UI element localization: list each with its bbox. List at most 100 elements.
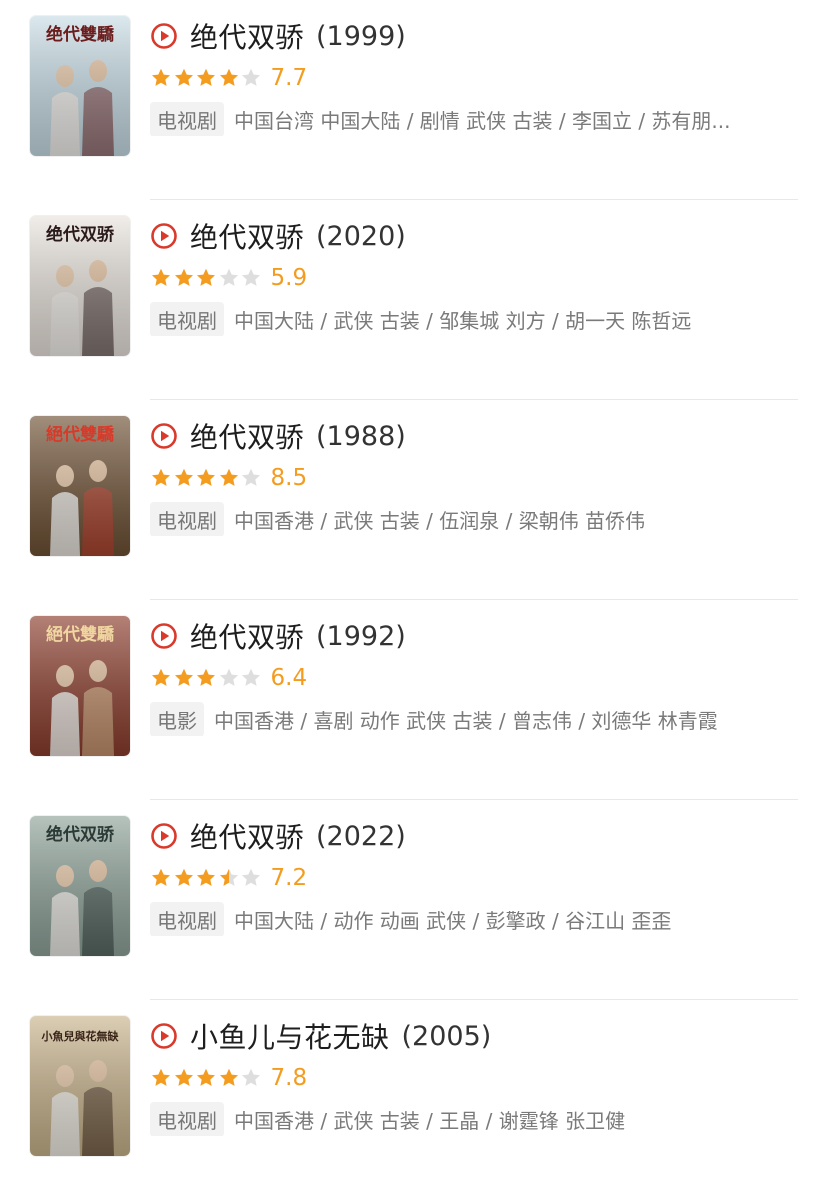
poster-thumbnail[interactable]: 絕代雙驕 <box>30 416 130 556</box>
star-icon <box>174 668 193 686</box>
meta-info: 中国台湾 中国大陆 / 剧情 武侠 古装 / 李国立 / 苏有朋... <box>234 108 731 133</box>
star-icon <box>219 1068 238 1086</box>
type-badge: 电视剧 <box>150 902 224 936</box>
star-rating <box>150 1067 263 1089</box>
title-row[interactable]: 绝代双骄 (2020) <box>150 216 406 256</box>
star-icon <box>152 268 170 286</box>
year: (1999) <box>316 20 406 52</box>
poster-image: 絕代雙驕 <box>30 616 130 756</box>
title-row[interactable]: 小鱼儿与花无缺 (2005) <box>150 1016 491 1056</box>
title[interactable]: 绝代双骄 <box>190 16 304 56</box>
title-row[interactable]: 绝代双骄 (2022) <box>150 816 406 856</box>
score: 7.8 <box>270 1065 308 1091</box>
poster-thumbnail[interactable]: 小魚兒與花無缺 <box>30 1016 130 1156</box>
play-circle-icon[interactable] <box>150 1022 178 1050</box>
title[interactable]: 绝代双骄 <box>190 416 304 456</box>
result-item[interactable]: 小魚兒與花無缺 小鱼儿与花无缺 (2005) 7.8 电视剧 中国香港 / 武侠… <box>0 1000 828 1200</box>
title[interactable]: 绝代双骄 <box>190 216 304 256</box>
poster-thumbnail[interactable]: 绝代雙驕 <box>30 16 130 156</box>
result-item[interactable]: 绝代双骄 绝代双骄 (2022) 7.2 电视剧 中国大陆 / 动作 动画 武侠… <box>0 800 828 1000</box>
play-circle-icon[interactable] <box>150 622 178 650</box>
star-icon <box>197 1068 215 1086</box>
title-row[interactable]: 绝代双骄 (1992) <box>150 616 406 656</box>
rating-row: 7.8 <box>150 1063 307 1093</box>
star-icon <box>242 668 260 686</box>
poster-image: 小魚兒與花無缺 <box>30 1016 130 1156</box>
star-icon <box>219 868 238 886</box>
star-icon <box>242 1068 260 1086</box>
star-icon <box>197 468 215 486</box>
star-icon <box>242 868 260 886</box>
star-icon <box>174 1068 193 1086</box>
year: (1992) <box>316 620 406 652</box>
meta-info: 中国香港 / 喜剧 动作 武侠 古装 / 曾志伟 / 刘德华 林青霞 <box>214 708 718 733</box>
star-icon <box>242 68 260 86</box>
star-icon <box>219 668 238 686</box>
star-icon <box>197 268 215 286</box>
score: 7.2 <box>270 865 308 891</box>
star-icon <box>242 468 260 486</box>
result-item[interactable]: 绝代雙驕 绝代双骄 (1999) 7.7 电视剧 中国台湾 中国大陆 / 剧情 … <box>0 0 828 200</box>
star-icon <box>174 468 193 486</box>
rating-row: 6.4 <box>150 663 307 693</box>
poster-title-text: 小魚兒與花無缺 <box>41 1029 120 1043</box>
meta-info: 中国大陆 / 动作 动画 武侠 / 彭擎政 / 谷江山 歪歪 <box>234 908 672 933</box>
poster-image: 绝代雙驕 <box>30 16 130 156</box>
star-icon <box>174 868 193 886</box>
result-item[interactable]: 絕代雙驕 绝代双骄 (1992) 6.4 电影 中国香港 / 喜剧 动作 武侠 … <box>0 600 828 800</box>
poster-thumbnail[interactable]: 绝代双骄 <box>30 816 130 956</box>
score: 7.7 <box>270 65 308 91</box>
year: (1988) <box>316 420 406 452</box>
meta-row: 电影 中国香港 / 喜剧 动作 武侠 古装 / 曾志伟 / 刘德华 林青霞 <box>150 702 800 736</box>
score: 6.4 <box>270 665 308 691</box>
meta-info: 中国香港 / 武侠 古装 / 伍润泉 / 梁朝伟 苗侨伟 <box>234 508 646 533</box>
poster-title-text: 絕代雙驕 <box>46 624 115 645</box>
poster-title-text: 绝代双骄 <box>46 824 115 845</box>
star-rating <box>150 67 263 89</box>
title[interactable]: 小鱼儿与花无缺 <box>190 1016 390 1056</box>
type-badge: 电视剧 <box>150 502 224 536</box>
type-badge: 电视剧 <box>150 302 224 336</box>
type-badge: 电影 <box>150 702 204 736</box>
rating-row: 7.7 <box>150 63 307 93</box>
star-icon <box>152 668 170 686</box>
poster-image: 絕代雙驕 <box>30 416 130 556</box>
year: (2005) <box>401 1020 492 1052</box>
star-icon <box>219 268 238 286</box>
star-icon <box>197 868 215 886</box>
star-icon <box>174 268 193 286</box>
title-row[interactable]: 绝代双骄 (1988) <box>150 416 406 456</box>
star-icon <box>174 68 193 86</box>
meta-row: 电视剧 中国香港 / 武侠 古装 / 伍润泉 / 梁朝伟 苗侨伟 <box>150 502 800 536</box>
play-circle-icon[interactable] <box>150 222 178 250</box>
rating-row: 7.2 <box>150 863 307 893</box>
poster-thumbnail[interactable]: 绝代双骄 <box>30 216 130 356</box>
title[interactable]: 绝代双骄 <box>190 616 304 656</box>
poster-title-text: 绝代雙驕 <box>46 24 115 45</box>
result-item[interactable]: 絕代雙驕 绝代双骄 (1988) 8.5 电视剧 中国香港 / 武侠 古装 / … <box>0 400 828 600</box>
star-icon <box>219 468 238 486</box>
result-item[interactable]: 绝代双骄 绝代双骄 (2020) 5.9 电视剧 中国大陆 / 武侠 古装 / … <box>0 200 828 400</box>
meta-info: 中国大陆 / 武侠 古装 / 邹集城 刘方 / 胡一天 陈哲远 <box>234 308 692 333</box>
star-icon <box>242 268 260 286</box>
star-icon <box>152 1068 170 1086</box>
poster-title-text: 绝代双骄 <box>46 224 115 245</box>
poster-image: 绝代双骄 <box>30 216 130 356</box>
poster-thumbnail[interactable]: 絕代雙驕 <box>30 616 130 756</box>
meta-row: 电视剧 中国台湾 中国大陆 / 剧情 武侠 古装 / 李国立 / 苏有朋... <box>150 102 800 136</box>
poster-image: 绝代双骄 <box>30 816 130 956</box>
star-rating <box>150 867 263 889</box>
play-circle-icon[interactable] <box>150 422 178 450</box>
title[interactable]: 绝代双骄 <box>190 816 304 856</box>
star-icon <box>152 868 170 886</box>
star-rating <box>150 467 263 489</box>
play-circle-icon[interactable] <box>150 822 178 850</box>
meta-row: 电视剧 中国大陆 / 动作 动画 武侠 / 彭擎政 / 谷江山 歪歪 <box>150 902 800 936</box>
type-badge: 电视剧 <box>150 102 224 136</box>
type-badge: 电视剧 <box>150 1102 224 1136</box>
meta-info: 中国香港 / 武侠 古装 / 王晶 / 谢霆锋 张卫健 <box>234 1108 626 1133</box>
title-row[interactable]: 绝代双骄 (1999) <box>150 16 406 56</box>
star-icon <box>152 68 170 86</box>
play-circle-icon[interactable] <box>150 22 178 50</box>
rating-row: 5.9 <box>150 263 307 293</box>
